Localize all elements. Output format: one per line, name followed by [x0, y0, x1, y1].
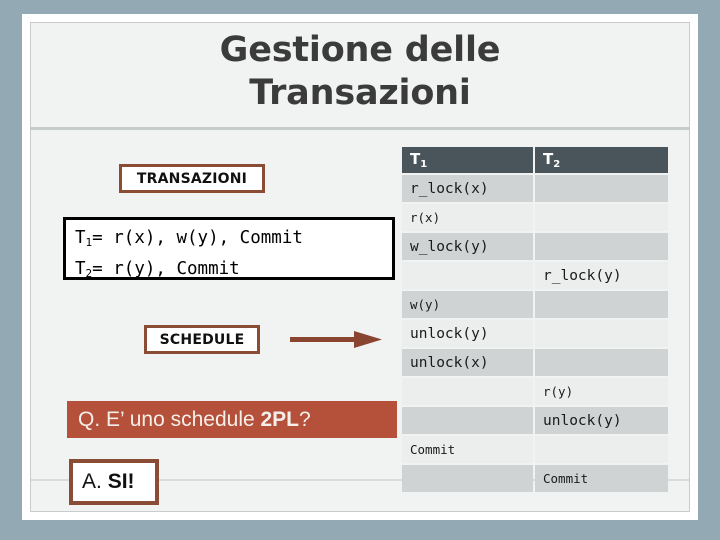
cell-t1: r_lock(x) [402, 175, 533, 202]
slide-frame: Gestione delle Transazioni TRANSAZIONI T… [22, 14, 698, 520]
t1-symbol: T [75, 228, 86, 248]
page-title: Gestione delle Transazioni [31, 29, 689, 115]
cell-t1: w_lock(y) [402, 233, 533, 260]
table-row: unlock(y) [402, 407, 668, 434]
slide-canvas: Gestione delle Transazioni TRANSAZIONI T… [30, 22, 690, 512]
table-row: Commit [402, 465, 668, 492]
table-header-row: T1 T2 [402, 147, 668, 173]
cell-t2 [535, 320, 668, 347]
cell-t1: r(x) [402, 204, 533, 231]
transazioni-label: TRANSAZIONI [136, 170, 248, 187]
cell-t2: unlock(y) [535, 407, 668, 434]
table-row: unlock(x) [402, 349, 668, 376]
table-row: r_lock(y) [402, 262, 668, 289]
answer-prefix: A. [82, 470, 108, 493]
question-suffix: ? [299, 407, 311, 431]
cell-t1 [402, 407, 533, 434]
answer-emphasis: SI! [107, 470, 135, 493]
table-row: r(x) [402, 204, 668, 231]
cell-t1 [402, 378, 533, 405]
question-prefix: Q. E’ uno schedule [78, 407, 261, 431]
cell-t2 [535, 204, 668, 231]
cell-t2 [535, 291, 668, 318]
cell-t1: w(y) [402, 291, 533, 318]
table-row: w(y) [402, 291, 668, 318]
schedule-label-box: SCHEDULE [144, 325, 260, 354]
question-banner: Q. E’ uno schedule 2PL? [67, 401, 397, 438]
cell-t1: unlock(x) [402, 349, 533, 376]
table-row: unlock(y) [402, 320, 668, 347]
table-row: r_lock(x) [402, 175, 668, 202]
table-row: Commit [402, 436, 668, 463]
transactions-definition-box: T1= r(x), w(y), Commit T2= r(y), Commit [63, 217, 395, 280]
t2-body: = r(y), Commit [92, 259, 240, 279]
cell-t1: Commit [402, 436, 533, 463]
cell-t1: unlock(y) [402, 320, 533, 347]
title-line-1: Gestione delle [219, 30, 501, 70]
cell-t2 [535, 175, 668, 202]
question-text: Q. E’ uno schedule 2PL? [78, 408, 311, 432]
cell-t2: r_lock(y) [535, 262, 668, 289]
table-row: w_lock(y) [402, 233, 668, 260]
column-header-t1: T1 [402, 147, 533, 173]
cell-t1 [402, 465, 533, 492]
schedule-table-body: r_lock(x) r(x) w_lock(y) r_lock(y) w(y) unloc… [402, 175, 668, 492]
column-header-t2: T2 [535, 147, 668, 173]
transaction-t2-definition: T2= r(y), Commit [75, 256, 392, 287]
cell-t2: r(y) [535, 378, 668, 405]
transaction-t1-definition: T1= r(x), w(y), Commit [75, 225, 392, 256]
cell-t2 [535, 233, 668, 260]
schedule-label: SCHEDULE [159, 331, 245, 348]
cell-t2 [535, 436, 668, 463]
cell-t1 [402, 262, 533, 289]
cell-t2 [535, 349, 668, 376]
table-row: r(y) [402, 378, 668, 405]
title-divider [31, 127, 689, 130]
right-arrow-icon [290, 329, 382, 351]
schedule-table: T1 T2 r_lock(x) r(x) w_lock(y) r_lock(y) w(y… [400, 145, 670, 494]
transazioni-label-box: TRANSAZIONI [119, 164, 265, 193]
title-line-2: Transazioni [249, 73, 471, 113]
answer-text: A. SI! [82, 470, 135, 494]
t1-body: = r(x), w(y), Commit [92, 228, 303, 248]
question-emphasis: 2PL [260, 407, 300, 431]
cell-t2: Commit [535, 465, 668, 492]
answer-box: A. SI! [69, 459, 159, 505]
t2-symbol: T [75, 259, 86, 279]
